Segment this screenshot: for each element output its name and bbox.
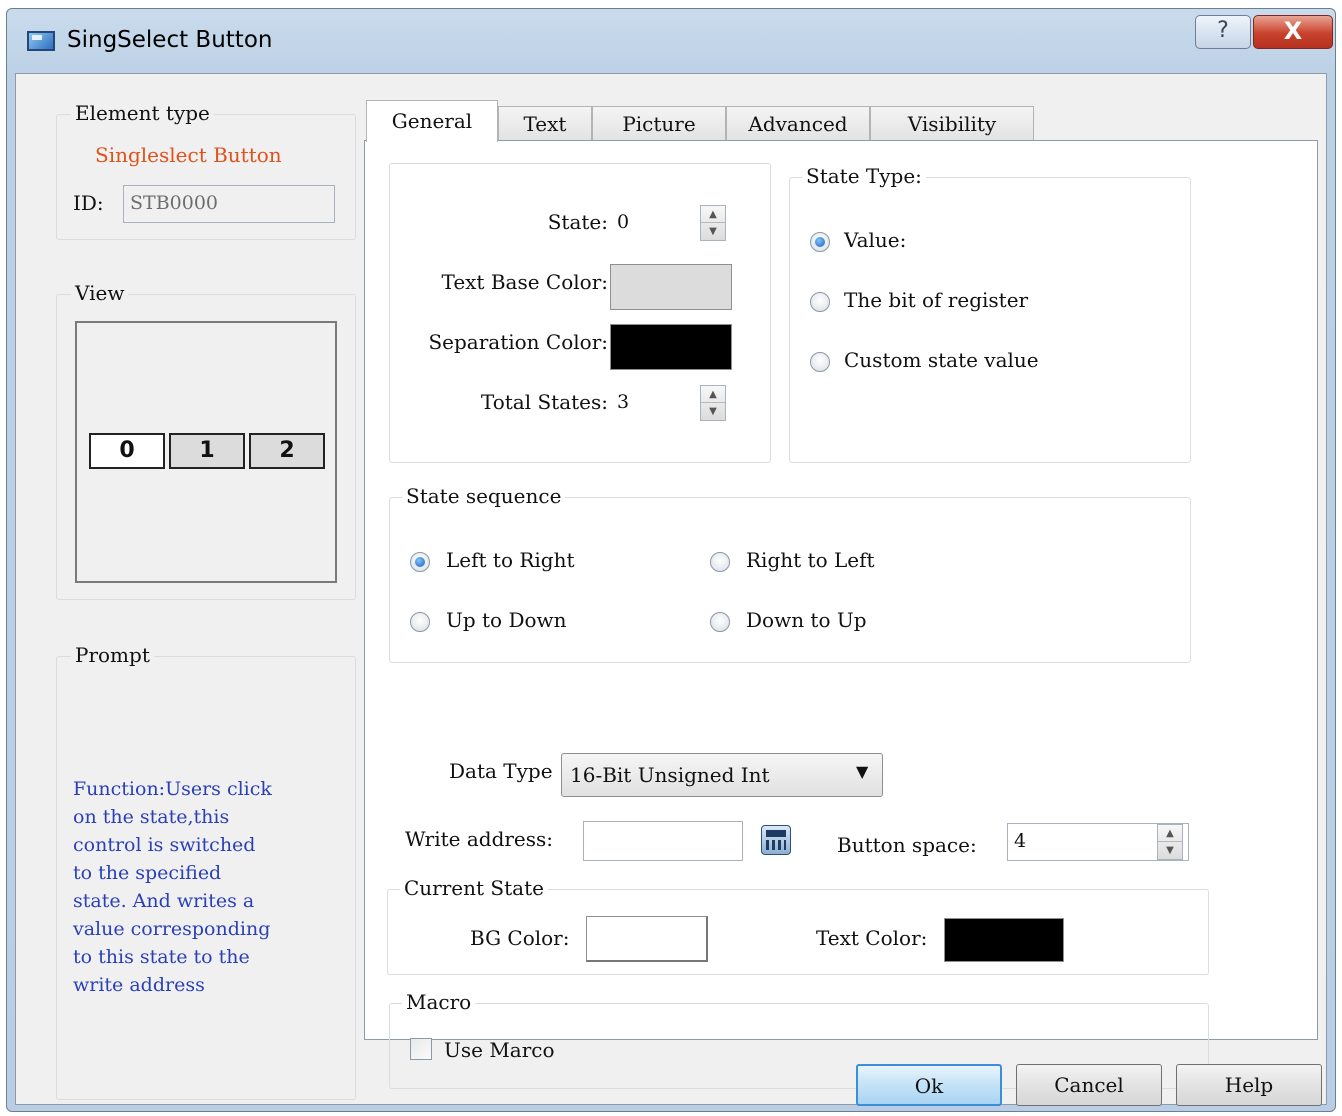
bg-color-label: BG Color: <box>470 926 570 950</box>
element-type-title: Element type <box>71 101 214 125</box>
text-base-color-label: Text Base Color: <box>441 270 608 294</box>
button-space-spinner[interactable]: ▲ ▼ <box>1157 824 1183 860</box>
sequence-radio-up-to-down[interactable] <box>410 612 430 632</box>
use-macro-label[interactable]: Use Marco <box>444 1038 555 1062</box>
app-window-icon <box>27 31 55 51</box>
sequence-option-label[interactable]: Left to Right <box>446 548 575 572</box>
cancel-button[interactable]: Cancel <box>1016 1064 1162 1106</box>
tab-general[interactable]: General <box>366 100 498 142</box>
data-type-label: Data Type <box>449 759 553 783</box>
data-type-select[interactable]: 16-Bit Unsigned Int ▼ <box>561 753 883 797</box>
current-state-title: Current State <box>400 876 548 900</box>
preview-state-cell: 2 <box>249 433 325 469</box>
state-type-radio-bit[interactable] <box>810 292 830 312</box>
preview-button-strip: 0 1 2 <box>89 433 325 471</box>
text-color-label: Text Color: <box>816 926 928 950</box>
prompt-line: Function:Users click <box>73 778 272 800</box>
macro-title: Macro <box>402 990 476 1014</box>
text-base-color-swatch[interactable] <box>610 264 732 310</box>
title-bar[interactable]: SingSelect Button ? X <box>7 9 1335 73</box>
tab-text[interactable]: Text <box>498 106 592 142</box>
write-address-field[interactable] <box>583 821 743 861</box>
data-type-value: 16-Bit Unsigned Int <box>570 763 770 787</box>
element-type-name: Singleslect Button <box>95 143 282 167</box>
spin-down-icon[interactable]: ▼ <box>1158 842 1182 859</box>
prompt-group: Prompt Function:Users click on the state… <box>56 643 356 1100</box>
prompt-text: Function:Users click on the state,this c… <box>73 775 272 999</box>
view-title: View <box>71 281 129 305</box>
dialog-client-area: Element type Singleslect Button ID: STB0… <box>15 73 1327 1106</box>
title-help-button[interactable]: ? <box>1195 15 1251 49</box>
prompt-line: to this state to the <box>73 946 250 968</box>
view-group: View 0 1 2 <box>56 281 356 600</box>
total-states-label: Total States: <box>480 390 608 414</box>
prompt-line: control is switched <box>73 834 256 856</box>
bg-color-swatch[interactable] <box>586 916 708 962</box>
prompt-line: state. And writes a <box>73 890 255 912</box>
preview-state-cell: 0 <box>89 433 165 469</box>
tab-advanced[interactable]: Advanced <box>726 106 870 142</box>
state-type-title: State Type: <box>802 164 926 188</box>
id-field[interactable]: STB0000 <box>123 185 335 223</box>
use-macro-checkbox[interactable] <box>410 1038 432 1060</box>
general-tab-panel: State: 0 ▲ ▼ Text Base Color: Separation… <box>364 140 1318 1089</box>
state-type-group: State Type: Value: The bit of register C… <box>789 164 1191 463</box>
sequence-radio-right-to-left[interactable] <box>710 552 730 572</box>
sequence-option-label[interactable]: Up to Down <box>446 608 567 632</box>
help-button[interactable]: Help <box>1176 1064 1322 1106</box>
sequence-radio-left-to-right[interactable] <box>410 552 430 572</box>
state-spinner[interactable]: ▲ ▼ <box>700 205 726 241</box>
sequence-radio-down-to-up[interactable] <box>710 612 730 632</box>
view-preview: 0 1 2 <box>75 321 337 583</box>
prompt-title: Prompt <box>71 643 154 667</box>
current-state-group: Current State BG Color: Text Color: <box>387 876 1209 975</box>
ok-button[interactable]: Ok <box>856 1064 1002 1106</box>
spin-down-icon[interactable]: ▼ <box>701 403 725 420</box>
state-type-radio-custom[interactable] <box>810 352 830 372</box>
prompt-line: on the state,this <box>73 806 230 828</box>
window-title: SingSelect Button <box>67 27 273 53</box>
spin-up-icon[interactable]: ▲ <box>701 206 725 223</box>
state-type-option-label[interactable]: Value: <box>844 228 906 252</box>
prompt-line: write address <box>73 974 205 996</box>
sequence-option-label[interactable]: Right to Left <box>746 548 875 572</box>
state-sequence-title: State sequence <box>402 484 566 508</box>
prompt-line: value corresponding <box>73 918 271 940</box>
tab-picture[interactable]: Picture <box>592 106 726 142</box>
spin-up-icon[interactable]: ▲ <box>701 386 725 403</box>
tab-visibility[interactable]: Visibility <box>870 106 1034 142</box>
separation-color-label: Separation Color: <box>428 330 608 354</box>
preview-state-cell: 1 <box>169 433 245 469</box>
close-button[interactable]: X <box>1253 15 1333 49</box>
spin-up-icon[interactable]: ▲ <box>1158 825 1182 842</box>
state-sequence-group: State sequence Left to Right Right to Le… <box>389 484 1191 663</box>
button-space-label: Button space: <box>837 833 977 857</box>
state-type-option-label[interactable]: Custom state value <box>844 348 1039 372</box>
sequence-option-label[interactable]: Down to Up <box>746 608 867 632</box>
separation-color-swatch[interactable] <box>610 324 732 370</box>
spin-down-icon[interactable]: ▼ <box>701 223 725 240</box>
chevron-down-icon: ▼ <box>856 762 869 781</box>
id-label: ID: <box>73 191 104 215</box>
text-color-swatch[interactable] <box>944 918 1064 962</box>
state-type-radio-value[interactable] <box>810 232 830 252</box>
total-states-spinner[interactable]: ▲ ▼ <box>700 385 726 421</box>
prompt-line: to the specified <box>73 862 222 884</box>
dialog-window: SingSelect Button ? X Element type Singl… <box>6 8 1336 1112</box>
state-type-option-label[interactable]: The bit of register <box>844 288 1028 312</box>
element-type-group: Element type Singleslect Button ID: STB0… <box>56 101 356 240</box>
write-address-label: Write address: <box>405 827 554 851</box>
state-settings-group: State: 0 ▲ ▼ Text Base Color: Separation… <box>389 163 771 463</box>
state-label: State: <box>547 210 608 234</box>
calculator-icon[interactable] <box>761 825 791 855</box>
